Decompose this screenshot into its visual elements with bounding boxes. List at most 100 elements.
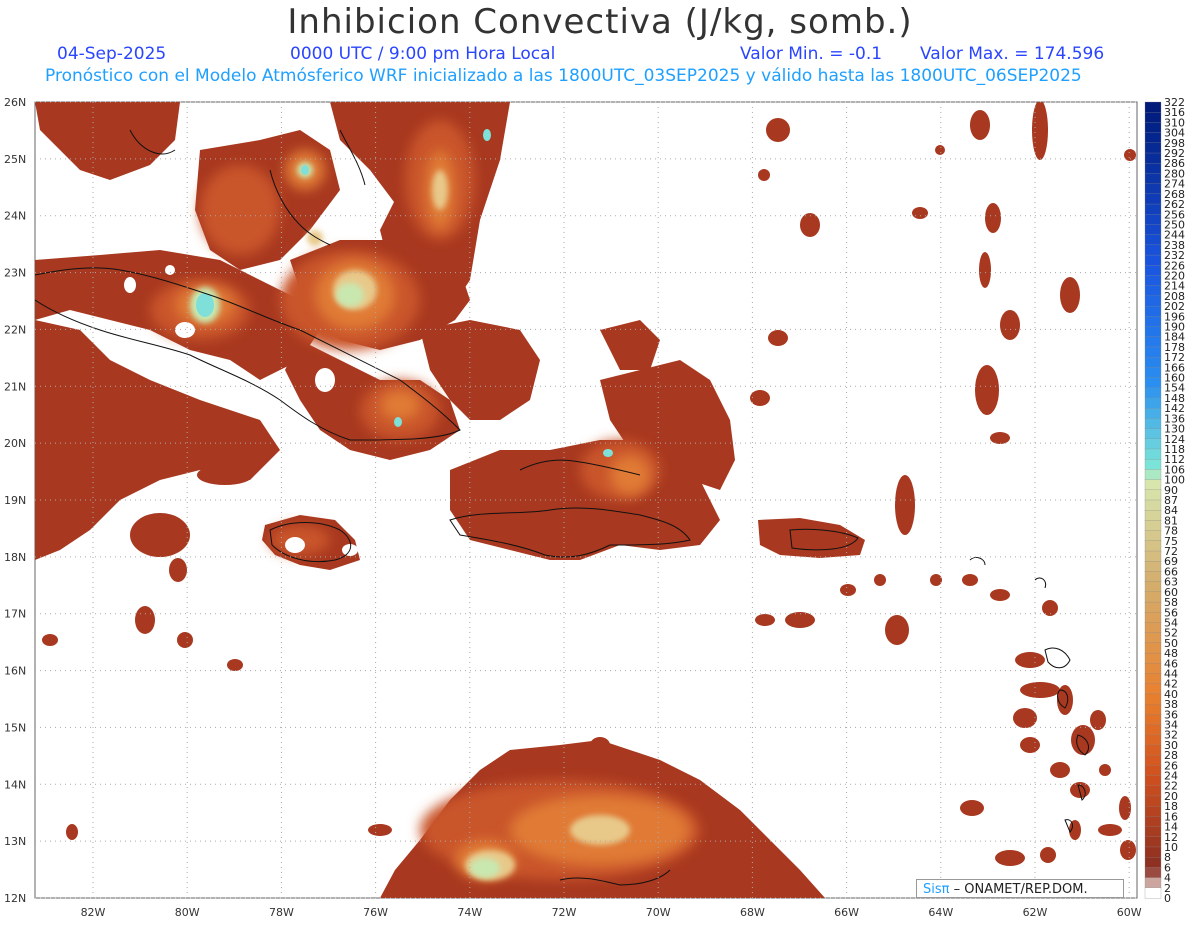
colorbar-swatch bbox=[1144, 867, 1162, 879]
colorbar-swatch bbox=[1144, 540, 1162, 552]
lat-label: 22N bbox=[4, 323, 26, 336]
colorbar-swatch bbox=[1144, 214, 1162, 226]
lat-label: 23N bbox=[4, 267, 26, 280]
colorbar-swatch bbox=[1144, 265, 1162, 277]
colorbar-swatch bbox=[1144, 183, 1162, 195]
colorbar-swatch bbox=[1144, 734, 1162, 746]
colorbar-swatch bbox=[1144, 765, 1162, 777]
colorbar-swatch bbox=[1144, 418, 1162, 430]
colorbar-swatch bbox=[1144, 469, 1162, 481]
colorbar-swatch bbox=[1144, 489, 1162, 501]
colorbar-swatch bbox=[1144, 244, 1162, 256]
colorbar-swatch bbox=[1144, 122, 1162, 134]
colorbar-swatch bbox=[1144, 612, 1162, 624]
colorbar-swatch bbox=[1144, 714, 1162, 726]
colorbar-swatch bbox=[1144, 673, 1162, 685]
lat-label: 14N bbox=[4, 778, 26, 791]
colorbar-swatch bbox=[1144, 877, 1162, 889]
colorbar-swatch bbox=[1144, 203, 1162, 215]
lat-label: 25N bbox=[4, 153, 26, 166]
latitude-labels: 26N 25N 24N 23N 22N 21N 20N 19N 18N 17N 16N 15N 14N 1… bbox=[4, 96, 26, 905]
colorbar-swatch bbox=[1144, 224, 1162, 236]
colorbar-swatch bbox=[1144, 499, 1162, 511]
colorbar-swatch bbox=[1144, 387, 1162, 399]
colorbar-swatch bbox=[1144, 724, 1162, 736]
colorbar-label: 0 bbox=[1164, 892, 1171, 905]
colorbar-swatch bbox=[1144, 663, 1162, 675]
colorbar-swatch bbox=[1144, 622, 1162, 634]
colorbar-swatch bbox=[1144, 254, 1162, 266]
colorbar-swatch bbox=[1144, 775, 1162, 787]
lon-label: 70W bbox=[646, 906, 671, 919]
colorbar-swatch bbox=[1144, 275, 1162, 287]
colorbar bbox=[1144, 101, 1162, 899]
colorbar-swatch bbox=[1144, 408, 1162, 420]
colorbar-swatch bbox=[1144, 806, 1162, 818]
colorbar-swatch bbox=[1144, 826, 1162, 838]
lat-label: 17N bbox=[4, 608, 26, 621]
colorbar-swatch bbox=[1144, 101, 1162, 113]
lat-label: 13N bbox=[4, 835, 26, 848]
lon-label: 76W bbox=[363, 906, 388, 919]
colorbar-swatch bbox=[1144, 193, 1162, 205]
colorbar-swatch bbox=[1144, 132, 1162, 144]
credit-logo: Sisπ bbox=[923, 882, 950, 897]
colorbar-swatch bbox=[1144, 642, 1162, 654]
lon-label: 66W bbox=[834, 906, 859, 919]
colorbar-swatch bbox=[1144, 152, 1162, 164]
lat-label: 19N bbox=[4, 494, 26, 507]
colorbar-swatch bbox=[1144, 744, 1162, 756]
lon-label: 62W bbox=[1023, 906, 1048, 919]
lat-label: 26N bbox=[4, 96, 26, 109]
colorbar-swatch bbox=[1144, 142, 1162, 154]
colorbar-swatch bbox=[1144, 479, 1162, 491]
lon-label: 72W bbox=[552, 906, 577, 919]
lat-label: 21N bbox=[4, 380, 26, 393]
colorbar-swatch bbox=[1144, 846, 1162, 858]
colorbar-swatch bbox=[1144, 326, 1162, 338]
lat-label: 12N bbox=[4, 892, 26, 905]
colorbar-swatch bbox=[1144, 356, 1162, 368]
colorbar-swatch bbox=[1144, 428, 1162, 440]
colorbar-swatch bbox=[1144, 571, 1162, 583]
colorbar-swatch bbox=[1144, 785, 1162, 797]
colorbar-labels: 3223163103042982922862802742682622562502… bbox=[1164, 96, 1185, 905]
lat-label: 18N bbox=[4, 551, 26, 564]
colorbar-swatch bbox=[1144, 285, 1162, 297]
colorbar-swatch bbox=[1144, 173, 1162, 185]
colorbar-swatch bbox=[1144, 836, 1162, 848]
colorbar-swatch bbox=[1144, 112, 1162, 124]
colorbar-swatch bbox=[1144, 530, 1162, 542]
colorbar-swatch bbox=[1144, 163, 1162, 175]
colorbar-swatch bbox=[1144, 816, 1162, 828]
map-canvas: 26N 25N 24N 23N 22N 21N 20N 19N 18N 17N 16N 15N 14N 1… bbox=[4, 96, 1185, 919]
colorbar-swatch bbox=[1144, 316, 1162, 328]
lon-label: 64W bbox=[928, 906, 953, 919]
lat-label: 15N bbox=[4, 721, 26, 734]
colorbar-swatch bbox=[1144, 652, 1162, 664]
lat-label: 24N bbox=[4, 210, 26, 223]
colorbar-swatch bbox=[1144, 336, 1162, 348]
colorbar-swatch bbox=[1144, 550, 1162, 562]
colorbar-swatch bbox=[1144, 601, 1162, 613]
colorbar-swatch bbox=[1144, 703, 1162, 715]
colorbar-swatch bbox=[1144, 346, 1162, 358]
colorbar-swatch bbox=[1144, 857, 1162, 869]
lat-label: 16N bbox=[4, 665, 26, 678]
credit-box: Sisπ – ONAMET/REP.DOM. bbox=[916, 879, 1124, 898]
credit-text: – ONAMET/REP.DOM. bbox=[949, 882, 1088, 897]
colorbar-swatch bbox=[1144, 693, 1162, 705]
longitude-labels: 82W 80W 78W 76W 74W 72W 70W 68W 66W 64W 62W 60W bbox=[81, 906, 1142, 919]
colorbar-swatch bbox=[1144, 683, 1162, 695]
colorbar-swatch bbox=[1144, 581, 1162, 593]
lon-label: 60W bbox=[1117, 906, 1142, 919]
colorbar-swatch bbox=[1144, 632, 1162, 644]
colorbar-swatch bbox=[1144, 397, 1162, 409]
lon-label: 80W bbox=[175, 906, 200, 919]
colorbar-swatch bbox=[1144, 520, 1162, 532]
colorbar-swatch bbox=[1144, 887, 1162, 899]
colorbar-swatch bbox=[1144, 438, 1162, 450]
colorbar-swatch bbox=[1144, 754, 1162, 766]
colorbar-swatch bbox=[1144, 591, 1162, 603]
colorbar-swatch bbox=[1144, 377, 1162, 389]
